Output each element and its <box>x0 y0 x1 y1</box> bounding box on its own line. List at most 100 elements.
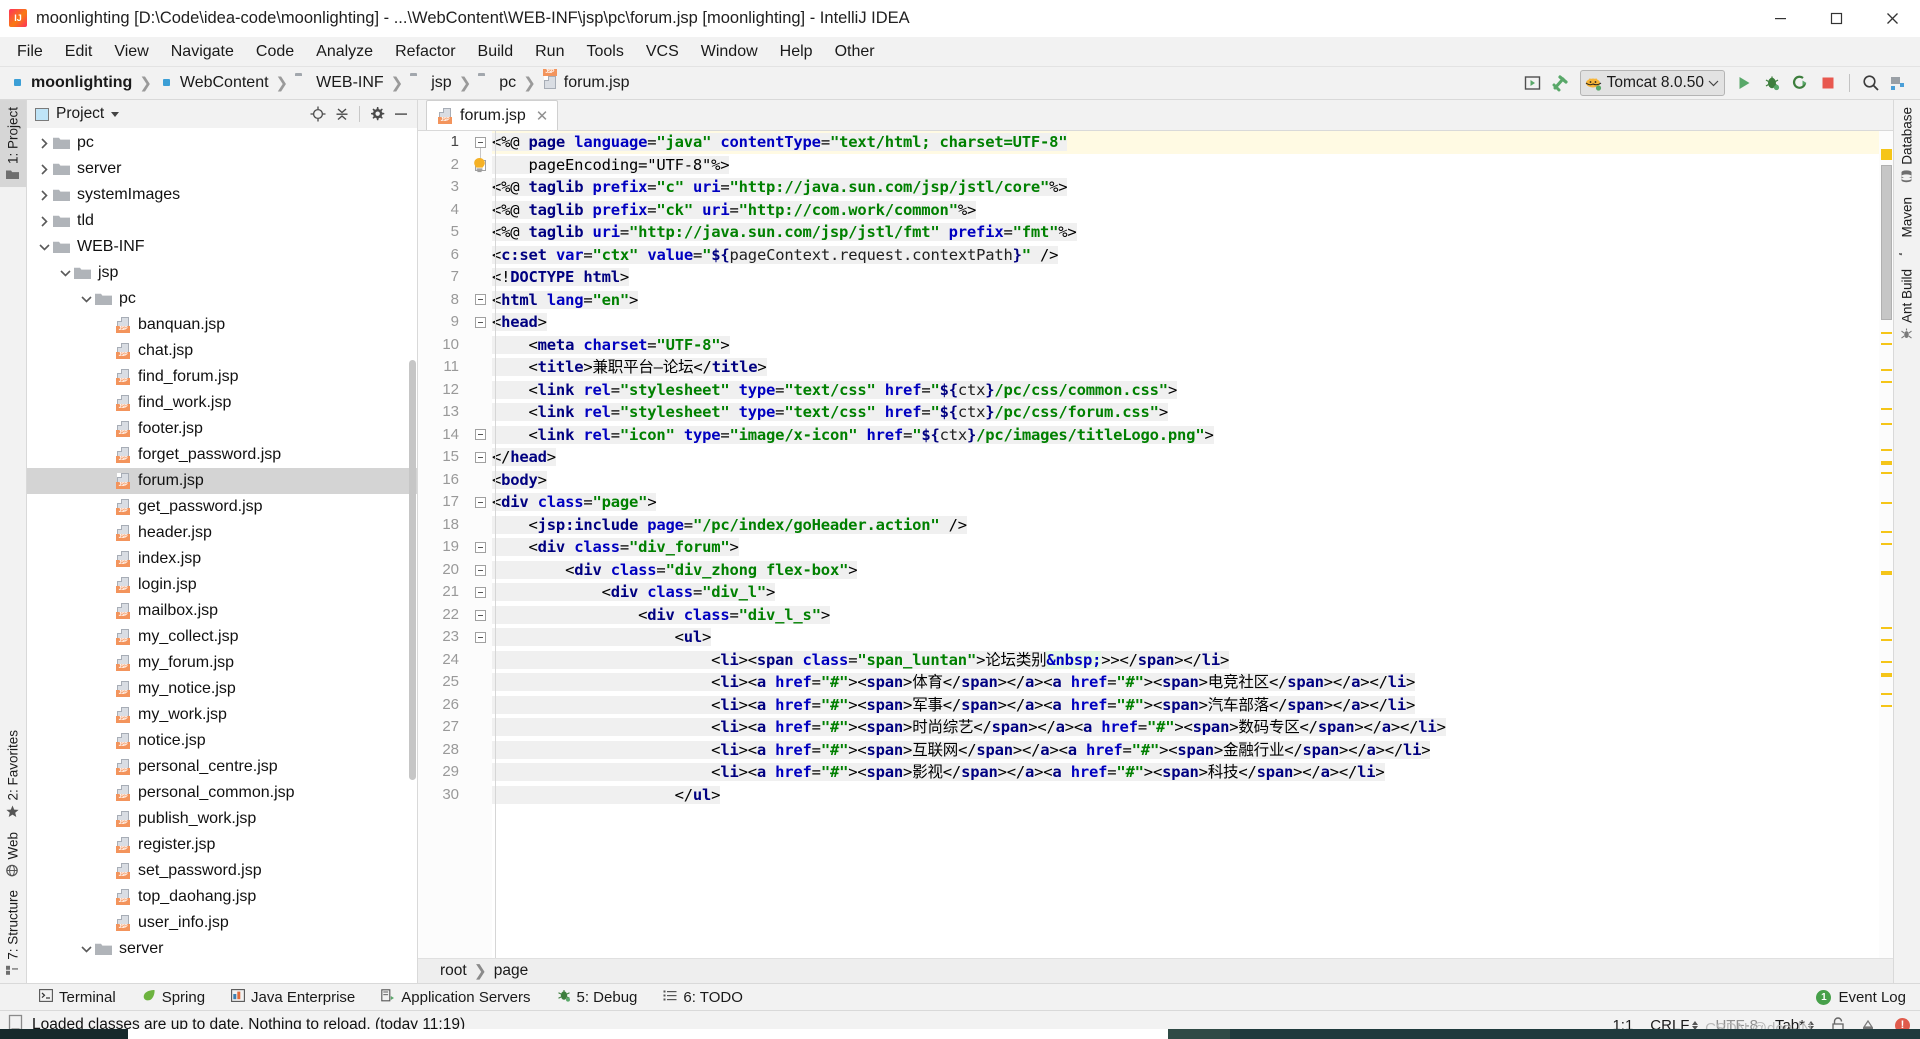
tab-forum-jsp[interactable]: JSP forum.jsp ✕ <box>426 100 559 130</box>
code-line[interactable]: <li><a href="#"><span>互联网</span></a><a h… <box>492 739 1879 762</box>
tree-node-publish-work-jsp[interactable]: JSP publish_work.jsp <box>27 806 417 832</box>
menu-analyze[interactable]: Analyze <box>305 40 384 64</box>
code-line[interactable]: <div class="div_l_s"> <box>492 604 1879 627</box>
build-hammer-icon[interactable] <box>1548 71 1574 95</box>
fold-marker[interactable] <box>475 610 486 621</box>
error-stripe-gutter[interactable] <box>1879 131 1893 958</box>
code-editor[interactable]: <%@ page language="java" contentType="te… <box>492 131 1879 958</box>
fold-marker[interactable] <box>475 497 486 508</box>
close-button[interactable] <box>1864 0 1920 36</box>
hide-panel-icon[interactable] <box>391 104 411 124</box>
search-everywhere-icon[interactable] <box>1858 71 1884 95</box>
fold-marker[interactable] <box>475 565 486 576</box>
tree-node-notice-jsp[interactable]: JSP notice.jsp <box>27 728 417 754</box>
sidebar-tab-maven[interactable]: m Maven <box>1894 190 1920 263</box>
event-log-button[interactable]: 1 Event Log <box>1816 989 1906 1006</box>
bottom-tab-java-enterprise[interactable]: Java Enterprise <box>218 987 368 1008</box>
tree-node-pc[interactable]: pc <box>27 130 417 156</box>
code-line[interactable]: <link rel="stylesheet" type="text/css" h… <box>492 401 1879 424</box>
breadcrumb-item-pc[interactable]: pc <box>476 74 518 92</box>
stop-button[interactable] <box>1815 71 1841 95</box>
close-icon[interactable]: ✕ <box>536 107 549 125</box>
tree-node-banquan-jsp[interactable]: JSP banquan.jsp <box>27 312 417 338</box>
project-tree-scrollbar[interactable] <box>408 128 417 983</box>
tree-node-tld[interactable]: tld <box>27 208 417 234</box>
code-line[interactable]: </head> <box>492 446 1879 469</box>
code-line[interactable]: <link rel="icon" type="image/x-icon" hre… <box>492 424 1879 447</box>
code-line[interactable]: <li><a href="#"><span>时尚综艺</span></a><a … <box>492 716 1879 739</box>
fold-marker[interactable] <box>475 452 486 463</box>
bottom-tab-terminal[interactable]: Terminal <box>26 987 129 1008</box>
sidebar-tab-project[interactable]: 1: Project <box>0 100 26 188</box>
code-line[interactable]: <div class="page"> <box>492 491 1879 514</box>
tree-node-jsp[interactable]: jsp <box>27 260 417 286</box>
code-line[interactable]: <%@ page language="java" contentType="te… <box>492 131 1879 154</box>
menu-build[interactable]: Build <box>467 40 525 64</box>
intention-bulb-icon[interactable] <box>472 157 487 174</box>
fold-marker[interactable] <box>475 542 486 553</box>
sidebar-tab-web[interactable]: Web <box>0 825 26 884</box>
minimize-button[interactable] <box>1752 0 1808 36</box>
code-line[interactable]: <li><a href="#"><span>影视</span></a><a hr… <box>492 761 1879 784</box>
code-line[interactable]: <body> <box>492 469 1879 492</box>
tree-node-my-collect-jsp[interactable]: JSP my_collect.jsp <box>27 624 417 650</box>
chevron-right-icon[interactable] <box>35 182 53 208</box>
code-line[interactable]: <li><span class="span_luntan">论坛类别&nbsp;… <box>492 649 1879 672</box>
code-folding-gutter[interactable] <box>470 131 492 958</box>
tree-node-chat-jsp[interactable]: JSP chat.jsp <box>27 338 417 364</box>
code-line[interactable]: <title>兼职平台—论坛</title> <box>492 356 1879 379</box>
chevron-down-icon[interactable] <box>1708 74 1719 92</box>
project-structure-icon[interactable] <box>1886 71 1912 95</box>
run-configuration-selector[interactable]: Tomcat 8.0.50 <box>1579 70 1725 96</box>
chevron-right-icon[interactable] <box>35 156 53 182</box>
menu-help[interactable]: Help <box>769 40 824 64</box>
breadcrumb-item-forum-jsp[interactable]: JSP forum.jsp <box>541 69 632 92</box>
tree-node-server[interactable]: server <box>27 936 417 962</box>
bottom-tab-spring[interactable]: Spring <box>129 987 218 1008</box>
code-line[interactable]: <link rel="stylesheet" type="text/css" h… <box>492 379 1879 402</box>
bottom-tab-debug[interactable]: 5: Debug <box>544 987 651 1008</box>
project-tree[interactable]: pc server systemImages tld WEB-INF jsp pc JSP ba… <box>27 128 417 983</box>
menu-view[interactable]: View <box>103 40 159 64</box>
tree-node-my-forum-jsp[interactable]: JSP my_forum.jsp <box>27 650 417 676</box>
code-line[interactable]: <jsp:include page="/pc/index/goHeader.ac… <box>492 514 1879 537</box>
tree-node-mailbox-jsp[interactable]: JSP mailbox.jsp <box>27 598 417 624</box>
breadcrumb-item-moonlighting[interactable]: moonlighting <box>8 74 134 92</box>
code-line[interactable]: <li><a href="#"><span>体育</span></a><a hr… <box>492 671 1879 694</box>
code-line[interactable]: <html lang="en"> <box>492 289 1879 312</box>
project-title[interactable]: Project <box>35 105 120 123</box>
sidebar-tab-ant-build[interactable]: Ant Build <box>1894 262 1920 348</box>
tree-node-find-work-jsp[interactable]: JSP find_work.jsp <box>27 390 417 416</box>
tree-node-get-password-jsp[interactable]: JSP get_password.jsp <box>27 494 417 520</box>
fold-marker[interactable] <box>475 317 486 328</box>
chevron-down-icon[interactable] <box>77 936 95 962</box>
menu-window[interactable]: Window <box>690 40 769 64</box>
sidebar-tab-favorites[interactable]: 2: Favorites <box>0 723 26 825</box>
debug-button[interactable] <box>1759 71 1785 95</box>
tree-node-footer-jsp[interactable]: JSP footer.jsp <box>27 416 417 442</box>
run-button[interactable] <box>1731 71 1757 95</box>
code-line[interactable]: <%@ taglib prefix="ck" uri="http://com.w… <box>492 199 1879 222</box>
sidebar-tab-structure[interactable]: 7: Structure <box>0 883 26 983</box>
fold-marker[interactable] <box>475 429 486 440</box>
menu-code[interactable]: Code <box>245 40 305 64</box>
tree-node-login-jsp[interactable]: JSP login.jsp <box>27 572 417 598</box>
fold-marker[interactable] <box>475 632 486 643</box>
code-line[interactable]: <li><a href="#"><span>军事</span></a><a hr… <box>492 694 1879 717</box>
breadcrumb-item-web-inf[interactable]: WEB-INF <box>293 74 386 92</box>
code-line[interactable]: <%@ taglib uri="http://java.sun.com/jsp/… <box>492 221 1879 244</box>
code-line[interactable]: <div class="div_forum"> <box>492 536 1879 559</box>
code-line[interactable]: <%@ taglib prefix="c" uri="http://java.s… <box>492 176 1879 199</box>
tree-node-top-daohang-jsp[interactable]: JSP top_daohang.jsp <box>27 884 417 910</box>
tree-node-server[interactable]: server <box>27 156 417 182</box>
editor-breadcrumb[interactable]: root ❯ page <box>418 958 1893 983</box>
menu-file[interactable]: File <box>6 40 54 64</box>
bottom-tab-todo[interactable]: 6: TODO <box>650 987 755 1008</box>
tree-node-user-info-jsp[interactable]: JSP user_info.jsp <box>27 910 417 936</box>
code-line[interactable]: pageEncoding="UTF-8"%> <box>492 154 1879 177</box>
tree-node-header-jsp[interactable]: JSP header.jsp <box>27 520 417 546</box>
code-line[interactable]: <c:set var="ctx" value="${pageContext.re… <box>492 244 1879 267</box>
tree-node-systemimages[interactable]: systemImages <box>27 182 417 208</box>
code-line[interactable]: </ul> <box>492 784 1879 807</box>
code-line[interactable]: <div class="div_zhong flex-box"> <box>492 559 1879 582</box>
